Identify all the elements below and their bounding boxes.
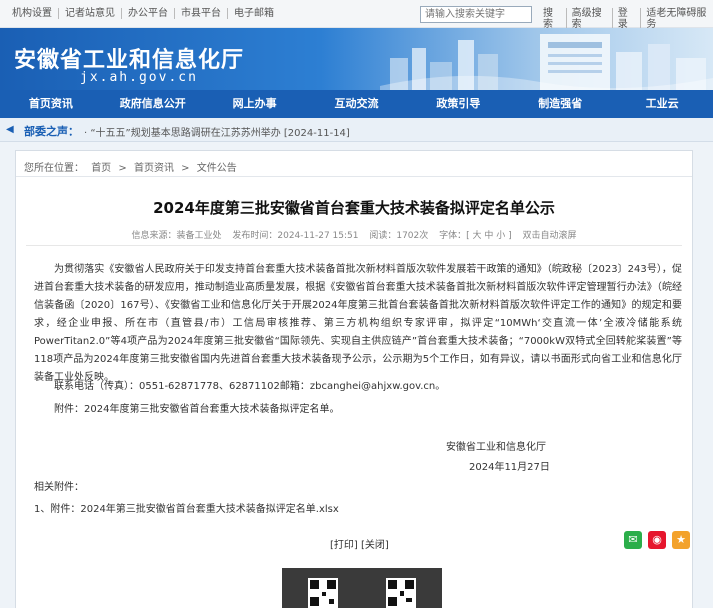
accessibility-link[interactable]: 适老无障碍服务 (641, 8, 713, 30)
article-card: 您所在位置： 首页 > 首页资讯 > 文件公告 2024年度第三批安徽省首台套重… (15, 150, 693, 608)
nav-interaction[interactable]: 互动交流 (306, 90, 408, 118)
contact-info: 联系电话（传真）：0551-62871778、62871102邮箱：zbcang… (54, 381, 446, 392)
meta-source: 信息来源：装备工业处 (131, 231, 222, 241)
article-paragraph: 为贯彻落实《安徽省人民政府关于印发支持首台套重大技术装备首批次新材料首版次软件发… (34, 264, 682, 383)
top-link-org[interactable]: 机构设置 (6, 8, 59, 19)
site-header: 安徽省工业和信息化厅 jx.ah.gov.cn (0, 28, 713, 90)
signature-org: 安徽省工业和信息化厅 (446, 442, 546, 453)
top-link-office[interactable]: 办公平台 (122, 8, 175, 19)
notice-label: 部委之声： (24, 125, 79, 138)
article-body: 为贯彻落实《安徽省人民政府关于印发支持首台套重大技术装备首批次新材料首版次软件发… (34, 261, 682, 387)
notice-link[interactable]: · “十五五”规划基本思路调研在江苏苏州举办 [2024-11-14] (84, 124, 350, 139)
search-button[interactable]: 搜索 (538, 8, 567, 30)
top-utility-bar: 机构设置 记者站意见 办公平台 市县平台 电子邮箱 搜索 高级搜索 登录 适老无… (0, 0, 713, 30)
article-title: 2024年度第三批安徽省首台套重大技术装备拟评定名单公示 (153, 199, 555, 217)
related-attachments-title: 相关附件： (34, 482, 84, 493)
skyline-graphic (380, 34, 713, 90)
nav-online-services[interactable]: 网上办事 (204, 90, 306, 118)
qr-code-icon (308, 578, 338, 608)
nav-manufacturing[interactable]: 制造强省 (509, 90, 611, 118)
qr-code-panel (282, 568, 442, 608)
site-domain: jx.ah.gov.cn (80, 70, 198, 85)
nav-home-news[interactable]: 首页资讯 (0, 90, 102, 118)
breadcrumb-separator: > (118, 163, 127, 174)
article-meta: 信息来源：装备工业处 发布时间：2024-11-27 15:51 阅读：1702… (16, 228, 692, 241)
print-close-links[interactable]: [打印] [关闭] (330, 536, 389, 551)
wechat-icon[interactable]: ✉ (624, 531, 642, 549)
top-link-reporter[interactable]: 记者站意见 (59, 8, 122, 19)
signature-date: 2024年11月27日 (469, 462, 550, 473)
weibo-icon[interactable]: ◉ (648, 531, 666, 549)
breadcrumb-notices[interactable]: 文件公告 (197, 163, 237, 174)
meta-autoscroll: 双击自动滚屏 (522, 231, 577, 241)
qr-code-icon (386, 578, 416, 608)
attachment-note: 附件：2024年度第三批安徽省首台套重大技术装备拟评定名单。 (54, 404, 340, 415)
breadcrumb: 您所在位置： 首页 > 首页资讯 > 文件公告 (24, 159, 241, 174)
login-link[interactable]: 登录 (613, 8, 642, 30)
top-right-links: 搜索 高级搜索 登录 适老无障碍服务 (538, 8, 713, 30)
main-nav: 首页资讯 政府信息公开 网上办事 互动交流 政策引导 制造强省 工业云 (0, 90, 713, 118)
breadcrumb-news[interactable]: 首页资讯 (134, 163, 174, 174)
nav-industry-cloud[interactable]: 工业云 (611, 90, 713, 118)
favorite-icon[interactable]: ★ (672, 531, 690, 549)
breadcrumb-separator: > (181, 163, 190, 174)
advanced-search-link[interactable]: 高级搜索 (567, 8, 613, 30)
top-link-email[interactable]: 电子邮箱 (228, 8, 280, 19)
breadcrumb-prefix: 您所在位置： (24, 163, 84, 174)
share-buttons: ✉ ◉ ★ (624, 531, 690, 549)
nav-policy[interactable]: 政策引导 (407, 90, 509, 118)
divider (16, 176, 692, 177)
search-input[interactable] (420, 6, 532, 23)
meta-time: 发布时间：2024-11-27 15:51 (232, 231, 359, 241)
nav-gov-info[interactable]: 政府信息公开 (102, 90, 204, 118)
top-links: 机构设置 记者站意见 办公平台 市县平台 电子邮箱 (6, 8, 280, 19)
notice-bar: ◀ 部委之声： · “十五五”规划基本思路调研在江苏苏州举办 [2024-11-… (0, 118, 713, 142)
meta-views: 阅读：1702次 (369, 231, 429, 241)
meta-font-size[interactable]: 字体：[ 大 中 小 ] (439, 231, 511, 241)
speaker-icon: ◀ (6, 124, 14, 135)
breadcrumb-home[interactable]: 首页 (91, 163, 111, 174)
attachment-link[interactable]: 1、附件：2024年第三批安徽省首台套重大技术装备拟评定名单.xlsx (34, 500, 339, 515)
divider (26, 245, 682, 246)
top-link-city[interactable]: 市县平台 (175, 8, 228, 19)
